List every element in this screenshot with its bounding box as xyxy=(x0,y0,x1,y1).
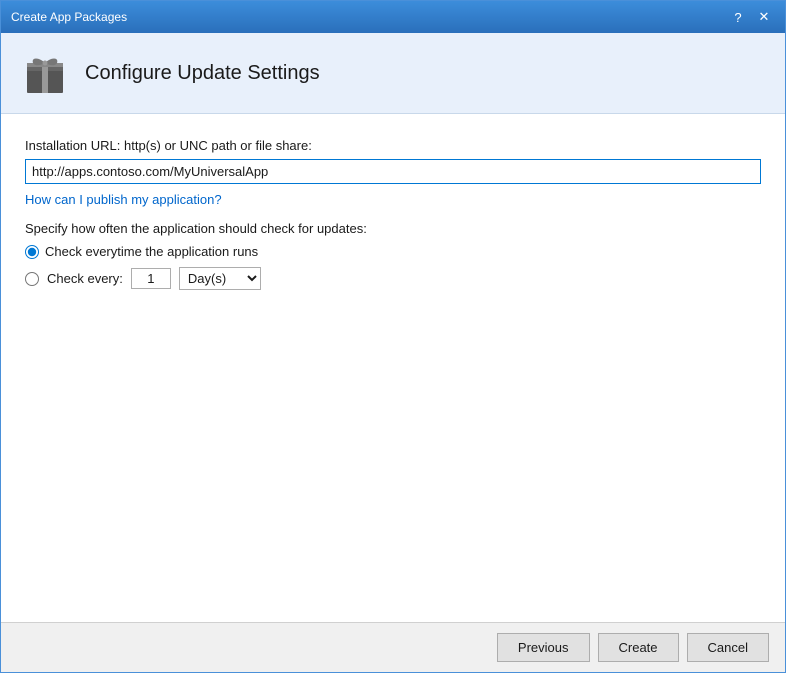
help-button[interactable]: ? xyxy=(727,7,749,27)
dialog-body: Installation URL: http(s) or UNC path or… xyxy=(1,114,785,622)
title-bar-controls: ? ✕ xyxy=(727,7,775,27)
specify-label: Specify how often the application should… xyxy=(25,221,761,236)
url-label: Installation URL: http(s) or UNC path or… xyxy=(25,138,761,153)
radio-every-row: Check every: Day(s) Week(s) Month(s) Hou… xyxy=(25,267,761,290)
close-button[interactable]: ✕ xyxy=(753,7,775,27)
radio-everytime[interactable] xyxy=(25,245,39,259)
dialog-header: Configure Update Settings xyxy=(1,33,785,114)
header-title: Configure Update Settings xyxy=(85,62,320,85)
create-button[interactable]: Create xyxy=(598,633,679,662)
check-every-unit-select[interactable]: Day(s) Week(s) Month(s) Hour(s) xyxy=(179,267,261,290)
dialog-footer: Previous Create Cancel xyxy=(1,622,785,672)
publish-link[interactable]: How can I publish my application? xyxy=(25,192,222,207)
url-input[interactable] xyxy=(25,159,761,184)
radio-group: Check everytime the application runs Che… xyxy=(25,244,761,290)
dialog-window: Create App Packages ? ✕ xyxy=(0,0,786,673)
radio-everytime-label[interactable]: Check everytime the application runs xyxy=(45,244,258,259)
cancel-button[interactable]: Cancel xyxy=(687,633,769,662)
radio-every-label[interactable]: Check every: xyxy=(47,271,123,286)
radio-everytime-row: Check everytime the application runs xyxy=(25,244,761,259)
title-bar: Create App Packages ? ✕ xyxy=(1,1,785,33)
previous-button[interactable]: Previous xyxy=(497,633,590,662)
package-icon xyxy=(21,49,69,97)
radio-every[interactable] xyxy=(25,272,39,286)
check-every-input[interactable] xyxy=(131,268,171,289)
title-bar-text: Create App Packages xyxy=(11,10,127,24)
